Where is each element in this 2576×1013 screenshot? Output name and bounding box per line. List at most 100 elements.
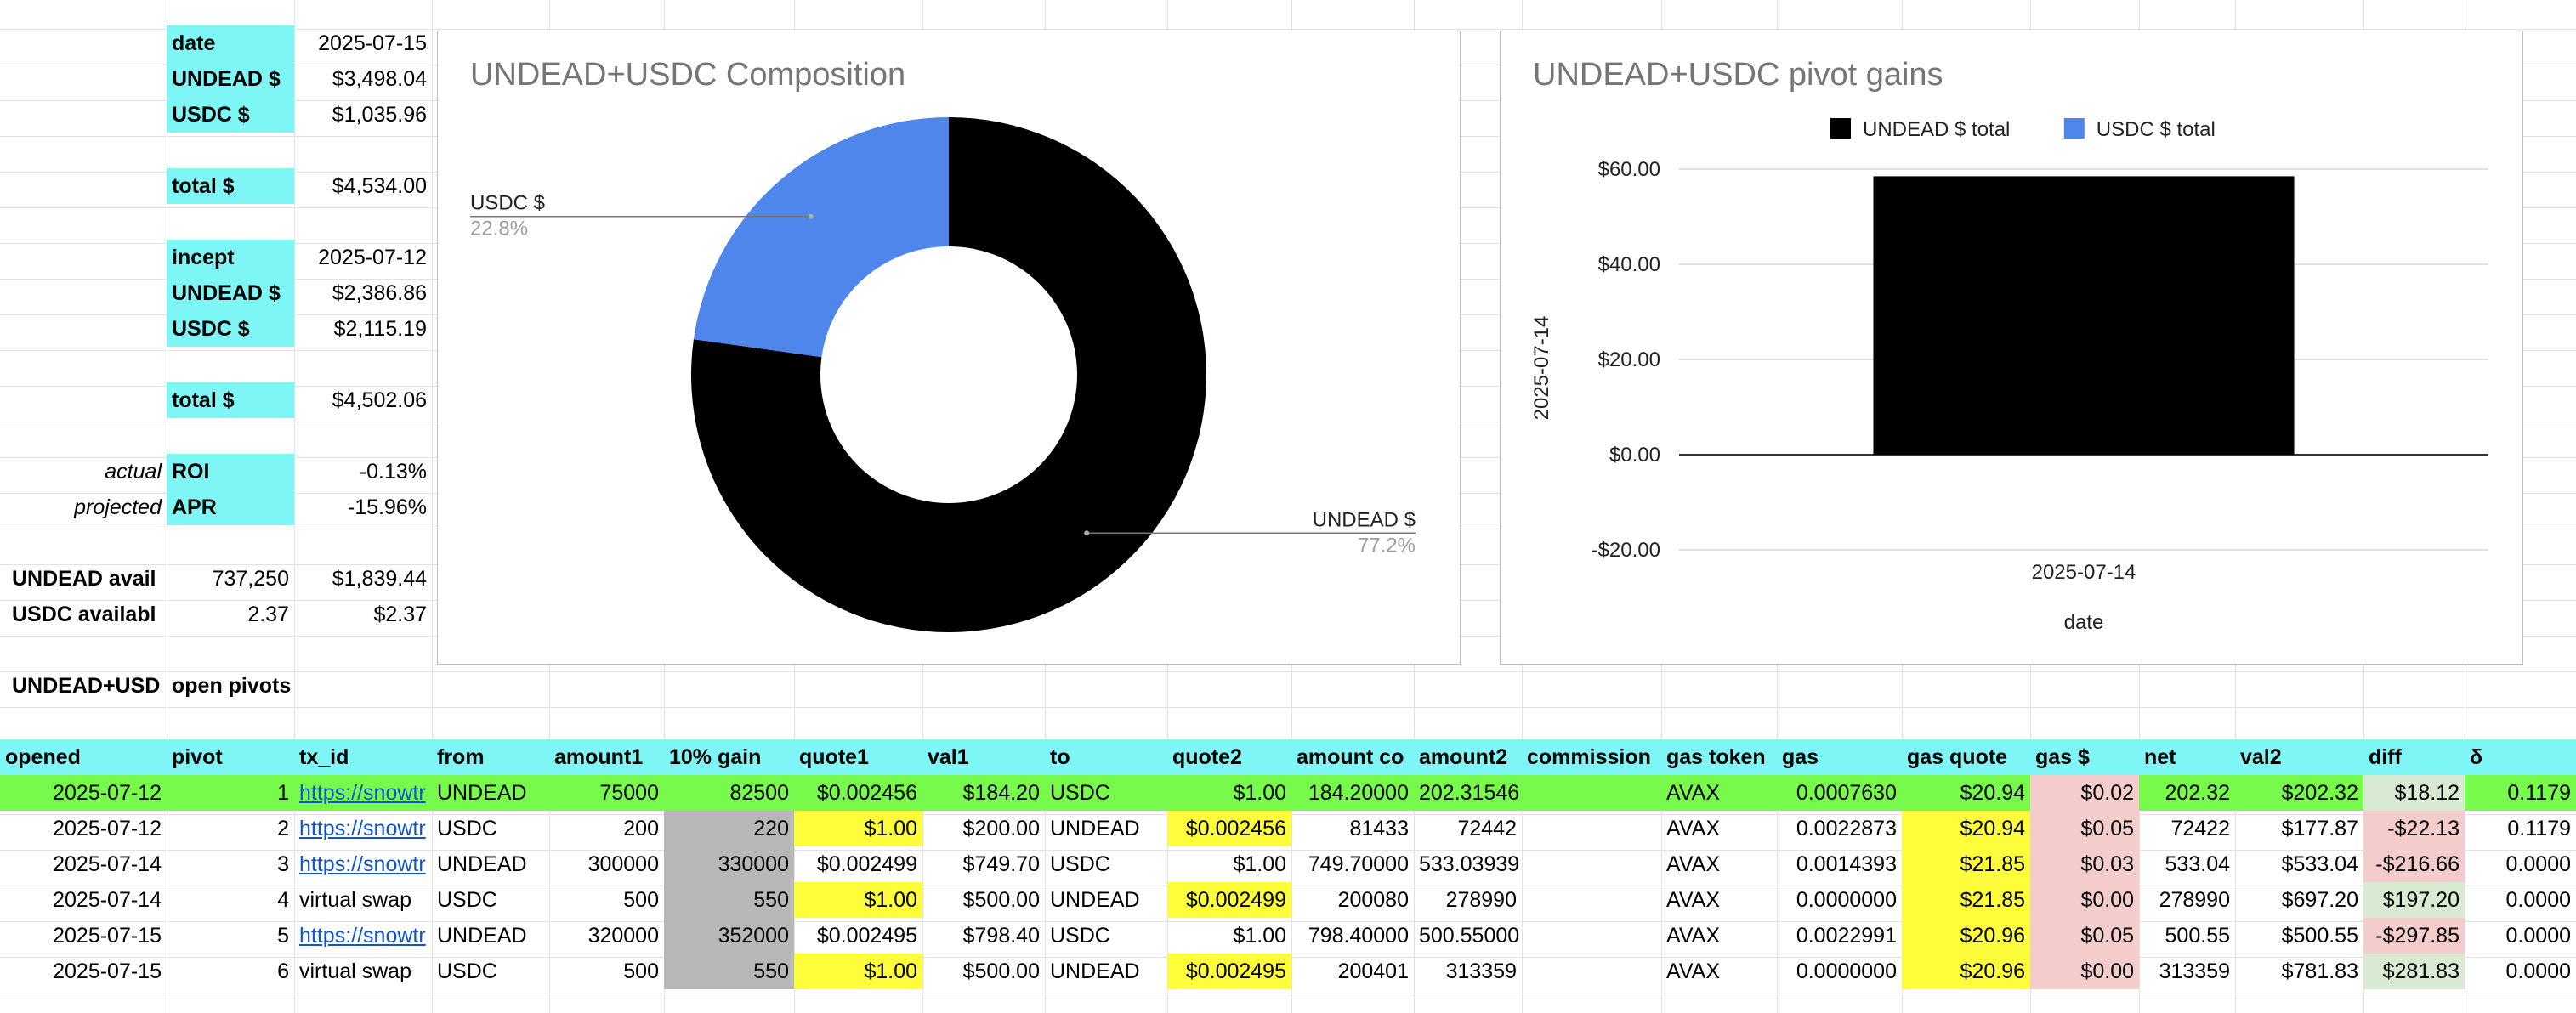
cell-amount2[interactable]: 72442 xyxy=(1414,811,1522,846)
roi-value[interactable]: -0.13% xyxy=(294,454,432,490)
cell-to[interactable]: UNDEAD xyxy=(1045,882,1167,918)
cell-val2[interactable]: $177.87 xyxy=(2235,811,2363,846)
cell-quote1[interactable]: $1.00 xyxy=(794,954,922,989)
total-value[interactable]: $4,534.00 xyxy=(294,168,432,204)
cell-val1[interactable]: $798.40 xyxy=(922,918,1045,954)
legend-label[interactable]: UNDEAD $ total xyxy=(1863,118,2010,141)
cell-from[interactable]: USDC xyxy=(432,811,549,846)
cell-amount-co[interactable]: 184.20000 xyxy=(1291,775,1414,811)
cell-diff[interactable]: -$216.66 xyxy=(2363,846,2465,882)
cell-from[interactable]: USDC xyxy=(432,954,549,989)
header-amount1[interactable]: amount1 xyxy=(549,739,664,775)
cell-gas-quote[interactable]: $20.94 xyxy=(1902,775,2030,811)
cell-gas[interactable]: $0.03 xyxy=(2030,846,2139,882)
cell-gas[interactable]: $0.00 xyxy=(2030,954,2139,989)
cell-amount1[interactable]: 500 xyxy=(549,882,664,918)
cell-amount-co[interactable]: 200401 xyxy=(1291,954,1414,989)
cell-gas-quote[interactable]: $21.85 xyxy=(1902,846,2030,882)
cell-commission[interactable] xyxy=(1522,954,1661,989)
cell-gas-token[interactable]: AVAX xyxy=(1661,775,1777,811)
cell-gas-quote[interactable]: $20.96 xyxy=(1902,918,2030,954)
cell-quote1[interactable]: $0.002499 xyxy=(794,846,922,882)
pivot-gains-chart[interactable]: UNDEAD+USDC pivot gains -$20.00 $0.00 $20.… xyxy=(1500,31,2523,665)
incept-undead-value[interactable]: $2,386.86 xyxy=(294,275,432,311)
cell-delta[interactable]: 0.0000 xyxy=(2465,918,2576,954)
incept-date-value[interactable]: 2025-07-12 xyxy=(294,240,432,275)
cell-net[interactable]: 202.32 xyxy=(2139,775,2235,811)
cell-diff[interactable]: $18.12 xyxy=(2363,775,2465,811)
apr-value[interactable]: -15.96% xyxy=(294,490,432,525)
cell-net[interactable]: 278990 xyxy=(2139,882,2235,918)
header-from[interactable]: from xyxy=(432,739,549,775)
cell-gas[interactable]: 0.0022873 xyxy=(1777,811,1902,846)
incept-usdc-value[interactable]: $2,115.19 xyxy=(294,311,432,347)
cell-pivot[interactable]: 1 xyxy=(167,775,294,811)
undead-avail-qty[interactable]: 737,250 xyxy=(167,561,294,597)
cell-val1[interactable]: $500.00 xyxy=(922,882,1045,918)
header-to[interactable]: to xyxy=(1045,739,1167,775)
cell-diff[interactable]: -$22.13 xyxy=(2363,811,2465,846)
cell-delta[interactable]: 0.0000 xyxy=(2465,846,2576,882)
cell-gas-token[interactable]: AVAX xyxy=(1661,882,1777,918)
cell-quote2[interactable]: $0.002495 xyxy=(1167,954,1291,989)
header-opened[interactable]: opened xyxy=(0,739,167,775)
cell-amount2[interactable]: 500.55000 xyxy=(1414,918,1522,954)
cell-gas[interactable]: $0.02 xyxy=(2030,775,2139,811)
cell-gas-token[interactable]: AVAX xyxy=(1661,811,1777,846)
header-val1[interactable]: val1 xyxy=(922,739,1045,775)
incept-total-value[interactable]: $4,502.06 xyxy=(294,382,432,418)
cell-gas[interactable]: 0.0000000 xyxy=(1777,882,1902,918)
cell-from[interactable]: UNDEAD xyxy=(432,775,549,811)
cell-gas[interactable]: 0.0007630 xyxy=(1777,775,1902,811)
cell-quote2[interactable]: $0.002456 xyxy=(1167,811,1291,846)
header-amount-co[interactable]: amount co xyxy=(1291,739,1414,775)
cell-to[interactable]: USDC xyxy=(1045,775,1167,811)
cell-tx-id[interactable]: https://snowtr xyxy=(294,775,432,811)
cell-quote2[interactable]: $0.002499 xyxy=(1167,882,1291,918)
cell-gas-quote[interactable]: $20.94 xyxy=(1902,811,2030,846)
cell-gas-quote[interactable]: $21.85 xyxy=(1902,882,2030,918)
cell-val2[interactable]: $781.83 xyxy=(2235,954,2363,989)
cell-val2[interactable]: $500.55 xyxy=(2235,918,2363,954)
cell-diff[interactable]: -$297.85 xyxy=(2363,918,2465,954)
usdc-avail-usd[interactable]: $2.37 xyxy=(294,597,432,632)
header-diff[interactable]: diff xyxy=(2363,739,2465,775)
cell-10-gain[interactable]: 550 xyxy=(664,954,794,989)
cell-quote1[interactable]: $0.002495 xyxy=(794,918,922,954)
header-gas[interactable]: gas xyxy=(1777,739,1902,775)
cell-val2[interactable]: $533.04 xyxy=(2235,846,2363,882)
cell-from[interactable]: UNDEAD xyxy=(432,918,549,954)
cell-quote2[interactable]: $1.00 xyxy=(1167,918,1291,954)
cell-gas[interactable]: $0.00 xyxy=(2030,882,2139,918)
undead-avail-usd[interactable]: $1,839.44 xyxy=(294,561,432,597)
cell-net[interactable]: 500.55 xyxy=(2139,918,2235,954)
cell-gas-quote[interactable]: $20.96 xyxy=(1902,954,2030,989)
cell-delta[interactable]: 0.0000 xyxy=(2465,882,2576,918)
cell-gas[interactable]: 0.0022991 xyxy=(1777,918,1902,954)
cell-amount-co[interactable]: 749.70000 xyxy=(1291,846,1414,882)
cell-gas[interactable]: $0.05 xyxy=(2030,918,2139,954)
cell-amount2[interactable]: 278990 xyxy=(1414,882,1522,918)
cell-tx-id[interactable]: https://snowtr xyxy=(294,918,432,954)
cell-pivot[interactable]: 4 xyxy=(167,882,294,918)
cell-val1[interactable]: $749.70 xyxy=(922,846,1045,882)
cell-net[interactable]: 313359 xyxy=(2139,954,2235,989)
cell-val1[interactable]: $500.00 xyxy=(922,954,1045,989)
cell-amount1[interactable]: 500 xyxy=(549,954,664,989)
header-gas[interactable]: gas $ xyxy=(2030,739,2139,775)
cell-pivot[interactable]: 3 xyxy=(167,846,294,882)
cell-tx-id[interactable]: virtual swap xyxy=(294,882,432,918)
cell-quote1[interactable]: $1.00 xyxy=(794,882,922,918)
cell-commission[interactable] xyxy=(1522,811,1661,846)
cell-tx-id[interactable]: https://snowtr xyxy=(294,846,432,882)
cell-diff[interactable]: $281.83 xyxy=(2363,954,2465,989)
cell-amount-co[interactable]: 81433 xyxy=(1291,811,1414,846)
header-gas-quote[interactable]: gas quote xyxy=(1902,739,2030,775)
cell-opened[interactable]: 2025-07-12 xyxy=(0,811,167,846)
cell-quote1[interactable]: $1.00 xyxy=(794,811,922,846)
donut-slice-usdc[interactable] xyxy=(693,117,949,358)
cell-opened[interactable]: 2025-07-15 xyxy=(0,918,167,954)
header-net[interactable]: net xyxy=(2139,739,2235,775)
cell-10-gain[interactable]: 352000 xyxy=(664,918,794,954)
cell-commission[interactable] xyxy=(1522,846,1661,882)
